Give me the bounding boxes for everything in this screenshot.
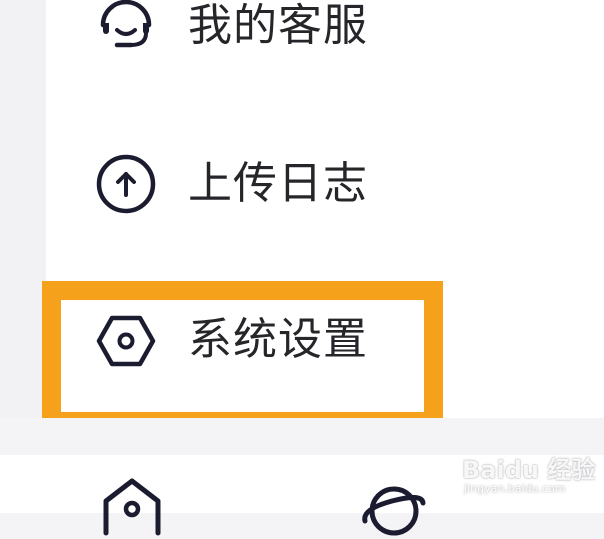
left-background-strip [0, 0, 46, 455]
upload-arrow-circle-icon [95, 153, 157, 215]
menu-card: 我的客服 上传日志 系统设置 [46, 0, 604, 418]
menu-item-upload-log[interactable]: 上传日志 [46, 137, 604, 233]
home-icon[interactable] [100, 475, 164, 539]
menu-item-system-settings[interactable]: 系统设置 [46, 294, 604, 390]
headset-icon [95, 0, 157, 59]
menu-item-label: 系统设置 [188, 314, 368, 365]
section-divider [0, 418, 604, 455]
menu-item-label: 我的客服 [188, 0, 368, 51]
menu-item-label: 上传日志 [188, 158, 368, 209]
bottom-nav-bar [0, 455, 604, 536]
planet-icon[interactable] [362, 475, 426, 539]
hexagon-settings-icon [95, 310, 157, 372]
menu-item-my-service[interactable]: 我的客服 [46, 0, 604, 80]
